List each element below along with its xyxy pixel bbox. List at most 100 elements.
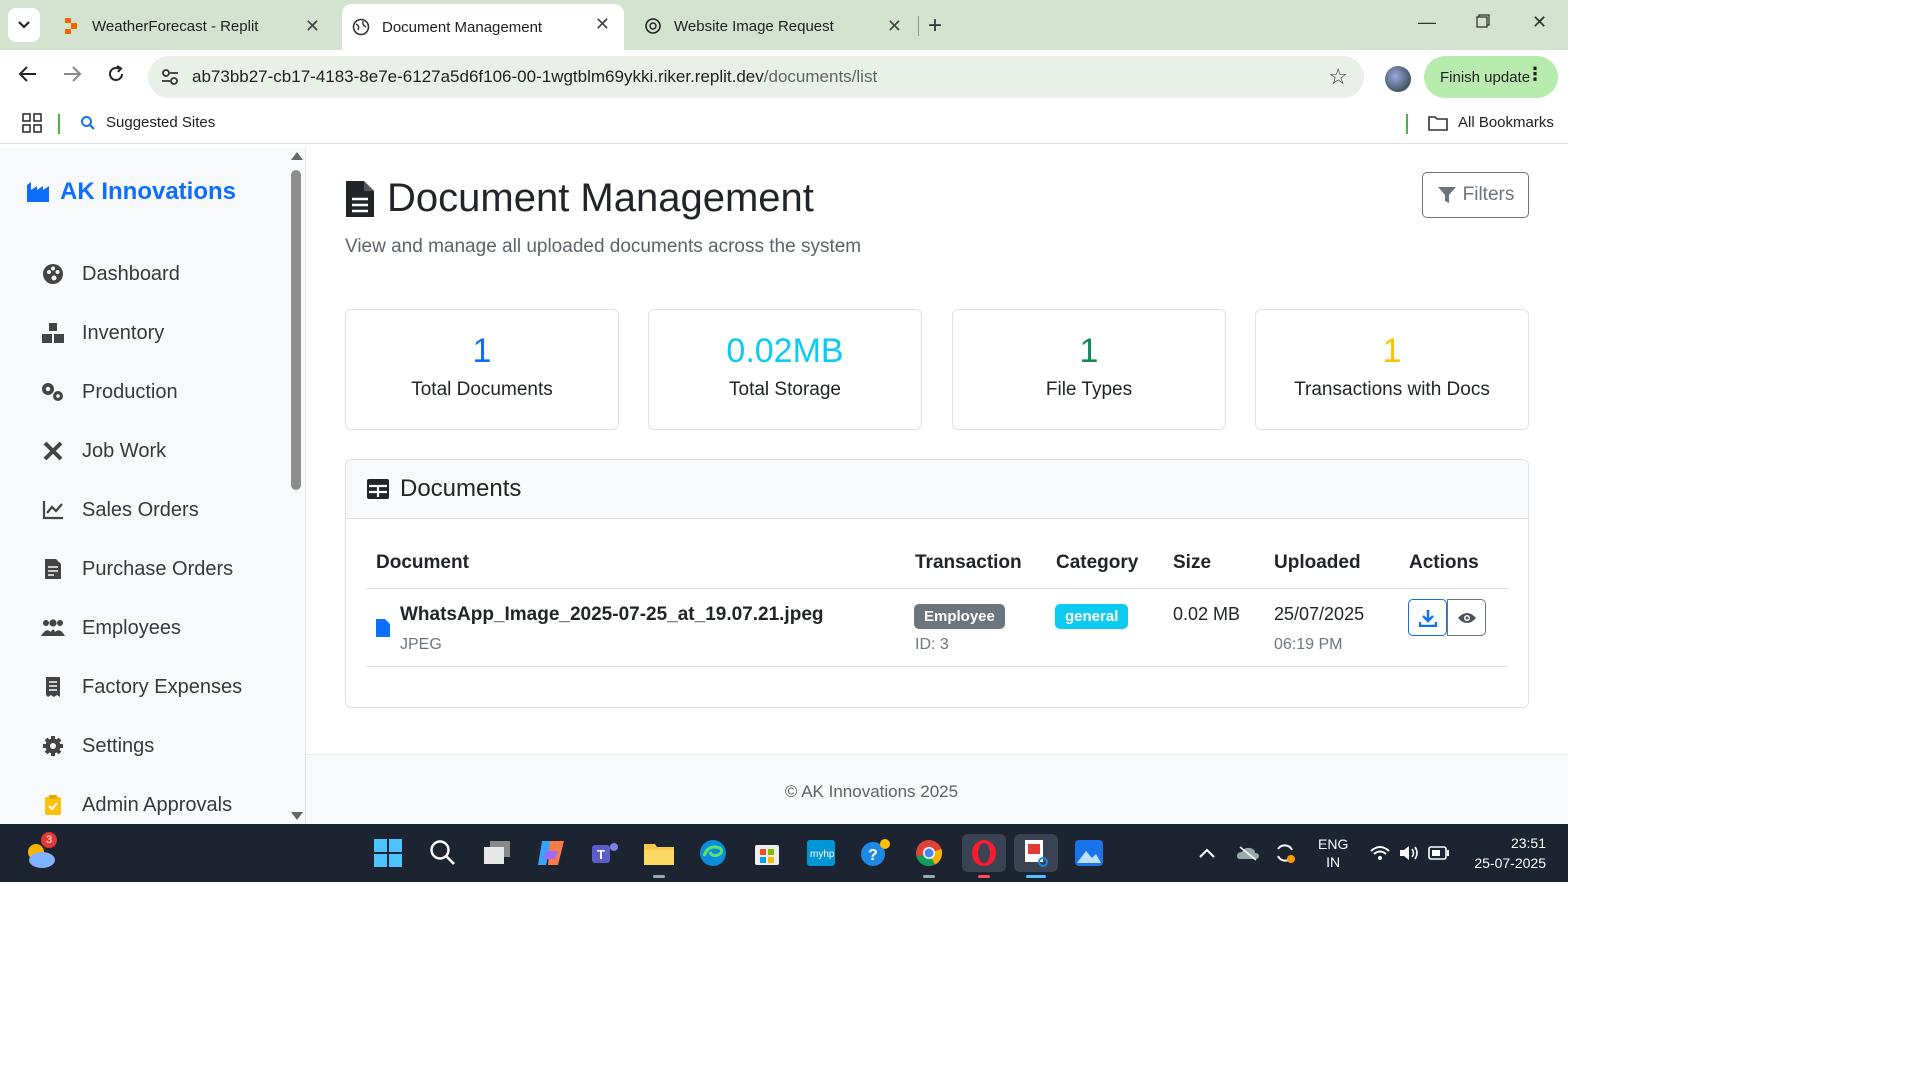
battery-icon[interactable] — [1428, 824, 1450, 882]
sidebar-item-employees[interactable]: Employees — [40, 616, 181, 640]
volume-icon[interactable] — [1398, 824, 1420, 882]
sidebar-item-production[interactable]: Production — [40, 380, 178, 404]
url-path: /documents/list — [763, 67, 878, 86]
stat-card-total-storage: 0.02MB Total Storage — [648, 309, 922, 430]
profile-avatar[interactable] — [1385, 66, 1411, 92]
close-icon[interactable]: ✕ — [305, 16, 320, 37]
help-icon[interactable]: ? — [856, 834, 894, 872]
myhp-icon[interactable]: myhp — [802, 834, 840, 872]
language-indicator[interactable]: ENG IN — [1318, 824, 1348, 882]
stat-value: 1 — [1079, 332, 1099, 370]
filter-icon — [1437, 187, 1456, 203]
download-button[interactable] — [1408, 599, 1447, 636]
close-icon[interactable]: ✕ — [595, 14, 610, 35]
chrome-icon[interactable] — [910, 834, 948, 878]
close-icon[interactable]: ✕ — [887, 16, 902, 37]
sidebar-item-job-work[interactable]: Job Work — [40, 439, 166, 463]
address-bar[interactable]: ab73bb27-cb17-4183-8e7e-6127a5d6f106-00-… — [148, 56, 1364, 98]
window-close-icon[interactable]: ✕ — [1532, 12, 1547, 33]
apps-grid-icon[interactable] — [22, 113, 42, 138]
file-icon — [375, 618, 391, 643]
brand-name: AK Innovations — [60, 178, 237, 205]
opera-icon[interactable] — [962, 834, 1006, 878]
running-indicator — [978, 875, 990, 878]
tab-document-management[interactable]: Document Management ✕ — [342, 4, 624, 50]
snipping-tool-icon[interactable] — [1014, 834, 1058, 878]
running-indicator — [1026, 875, 1046, 878]
globe-icon — [352, 18, 370, 36]
finish-update-label: Finish update — [1440, 68, 1531, 86]
weather-widget-icon[interactable]: 3 — [20, 832, 58, 874]
teams-icon[interactable]: T — [586, 834, 624, 872]
clock-date: 25-07-2025 — [1474, 855, 1546, 871]
scroll-up-arrow-icon[interactable] — [291, 152, 303, 160]
site-settings-icon[interactable] — [160, 67, 180, 92]
sidebar-item-label: Job Work — [82, 439, 167, 462]
new-tab-plus-icon[interactable]: + — [928, 12, 942, 40]
forward-arrow-icon[interactable] — [62, 64, 82, 90]
documents-card-header: Documents — [346, 460, 1528, 519]
bookmark-star-icon[interactable]: ☆ — [1328, 64, 1348, 90]
column-header-size: Size — [1173, 552, 1212, 573]
sidebar-item-settings[interactable]: Settings — [40, 734, 154, 758]
sidebar-item-inventory[interactable]: Inventory — [40, 321, 164, 345]
replit-icon — [62, 17, 80, 35]
column-header-uploaded: Uploaded — [1274, 552, 1361, 573]
gears-icon — [40, 380, 66, 404]
scrollbar-thumb[interactable] — [291, 170, 301, 490]
clock[interactable]: 23:51 25-07-2025 — [1468, 824, 1546, 882]
task-view-icon[interactable] — [478, 834, 516, 872]
back-arrow-icon[interactable] — [18, 64, 38, 90]
url-host: ab73bb27-cb17-4183-8e7e-6127a5d6f106-00-… — [192, 67, 764, 86]
onedrive-offline-icon[interactable] — [1236, 824, 1260, 882]
tab-website-image-request[interactable]: Website Image Request ✕ — [634, 6, 916, 46]
sidebar-item-dashboard[interactable]: Dashboard — [40, 262, 180, 286]
reload-icon[interactable] — [106, 64, 126, 90]
restore-icon[interactable] — [1476, 12, 1490, 33]
filters-button[interactable]: Filters — [1422, 172, 1529, 218]
bookmark-separator — [58, 114, 60, 134]
sidebar-item-admin-approvals[interactable]: Admin Approvals — [40, 793, 232, 817]
windows-start-icon[interactable] — [369, 834, 407, 872]
sync-icon[interactable] — [1274, 824, 1296, 882]
file-explorer-icon[interactable] — [640, 834, 678, 878]
scroll-down-arrow-icon[interactable] — [291, 812, 303, 820]
sidebar-scrollbar[interactable] — [288, 148, 304, 824]
document-name[interactable]: WhatsApp_Image_2025-07-25_at_19.07.21.jp… — [400, 604, 824, 626]
file-invoice-icon — [40, 557, 66, 581]
view-button[interactable] — [1447, 599, 1486, 636]
tab-separator — [918, 16, 919, 36]
wifi-icon[interactable] — [1370, 824, 1390, 882]
column-header-transaction: Transaction — [915, 552, 1022, 573]
sidebar-item-sales-orders[interactable]: Sales Orders — [40, 498, 199, 522]
minimize-icon[interactable]: — — [1418, 12, 1436, 33]
stat-card-total-documents: 1 Total Documents — [345, 309, 619, 430]
all-bookmarks-button[interactable]: All Bookmarks — [1428, 114, 1554, 131]
tray-chevron-up-icon[interactable] — [1198, 824, 1216, 882]
stat-card-file-types: 1 File Types — [952, 309, 1226, 430]
receipt-icon — [40, 675, 66, 699]
copilot-icon[interactable] — [532, 834, 570, 872]
finish-update-button[interactable]: Finish update ⋮ — [1424, 56, 1558, 98]
clock-time: 23:51 — [1510, 835, 1546, 851]
browser-toolbar: ab73bb27-cb17-4183-8e7e-6127a5d6f106-00-… — [0, 50, 1568, 104]
sidebar-item-label: Settings — [82, 734, 155, 757]
edge-icon[interactable] — [694, 834, 732, 872]
documents-heading: Documents — [400, 475, 522, 502]
users-icon — [40, 616, 66, 640]
brand-link[interactable]: AK Innovations — [26, 178, 236, 206]
tab-search-button[interactable] — [8, 8, 40, 42]
bookmark-suggested-sites[interactable]: Suggested Sites — [80, 114, 215, 131]
sidebar-item-factory-expenses[interactable]: Factory Expenses — [40, 675, 242, 699]
tab-weatherforecast[interactable]: WeatherForecast - Replit ✕ — [52, 6, 334, 46]
category-badge: general — [1055, 604, 1129, 629]
sidebar-item-purchase-orders[interactable]: Purchase Orders — [40, 557, 233, 581]
documents-card: Documents Document Transaction Category … — [345, 459, 1529, 708]
industry-icon — [27, 182, 49, 202]
filters-label: Filters — [1462, 184, 1515, 205]
running-indicator — [923, 875, 935, 878]
photos-icon[interactable] — [1070, 834, 1108, 872]
tab-title: Document Management — [382, 18, 543, 36]
taskbar-search-icon[interactable] — [424, 834, 462, 872]
microsoft-store-icon[interactable] — [748, 834, 786, 872]
